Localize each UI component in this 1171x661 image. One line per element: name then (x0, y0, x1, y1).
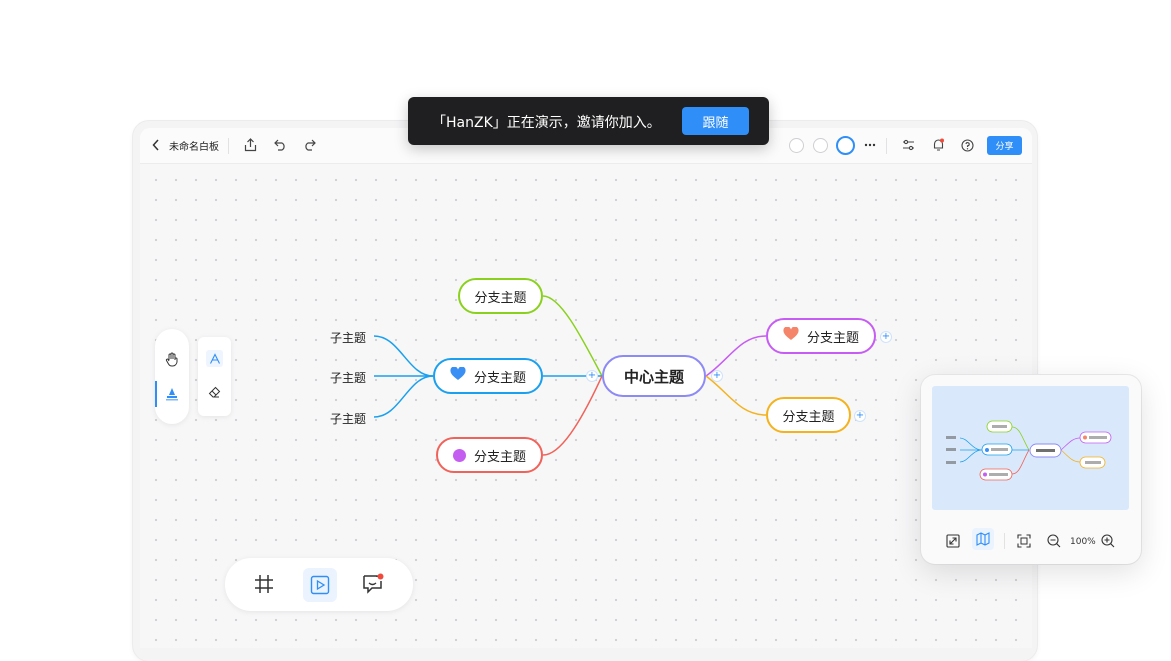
subtopic-3[interactable]: 子主题 (330, 410, 366, 427)
central-topic-label: 中心主题 (623, 367, 684, 386)
central-topic[interactable]: 中心主题 (602, 355, 706, 397)
more-icon[interactable] (863, 137, 877, 153)
bottom-toolbar (225, 558, 413, 611)
fit-screen-icon[interactable] (1016, 533, 1032, 549)
settings-sliders-icon[interactable] (901, 138, 915, 152)
divider (228, 138, 229, 154)
branch-topic-label: 分支主题 (473, 370, 526, 386)
connector-sub-1 (373, 335, 434, 377)
avatar-slot-2[interactable] (813, 138, 828, 153)
add-right-branch-icon[interactable]: + (711, 370, 723, 382)
branch-topic-1[interactable]: 分支主题 (458, 278, 543, 314)
divider (886, 138, 887, 154)
undo-icon[interactable] (273, 138, 287, 152)
presentation-banner: 「HanZK」正在演示，邀请你加入。 跟随 (408, 97, 769, 145)
subtopic-1[interactable]: 子主题 (330, 329, 366, 346)
branch-topic-4[interactable]: 分支主题 (766, 318, 876, 354)
notification-bell-icon[interactable] (931, 137, 945, 153)
zoom-in-icon[interactable] (1100, 533, 1116, 549)
divider (1004, 533, 1005, 549)
avatar-slot-active[interactable] (836, 136, 855, 155)
whiteboard-canvas[interactable]: 中心主题 + + 分支主题 分支主题 分支主题 子主题 子主题 子主题 分支主题 (140, 164, 1032, 648)
branch-topic-3[interactable]: 分支主题 (436, 437, 543, 473)
connector-branch-3 (542, 375, 603, 456)
branch-topic-5[interactable]: 分支主题 (766, 397, 851, 433)
minimap-mindmap (946, 420, 1112, 481)
help-icon[interactable] (960, 137, 975, 153)
connector-sub-3 (373, 375, 434, 418)
heart-icon (783, 326, 799, 345)
share-button[interactable]: 分享 (987, 136, 1022, 155)
minimap-preview[interactable] (932, 386, 1129, 510)
comment-icon[interactable] (361, 572, 385, 596)
follow-button[interactable]: 跟随 (682, 107, 749, 135)
subtopic-2[interactable]: 子主题 (330, 369, 366, 386)
zoom-level: 100% (1070, 537, 1096, 547)
branch-topic-label: 分支主题 (806, 330, 859, 346)
add-subtopic-icon[interactable]: + (854, 410, 866, 422)
avatar-slot-1[interactable] (789, 138, 804, 153)
add-left-branch-icon[interactable]: + (586, 370, 598, 382)
add-subtopic-icon[interactable]: + (880, 331, 892, 343)
redo-icon[interactable] (302, 138, 316, 152)
heart-icon (450, 366, 466, 385)
branch-topic-label: 分支主题 (782, 409, 835, 425)
branch-topic-label: 分支主题 (473, 449, 526, 465)
dot-icon (452, 448, 466, 462)
minimap-toolbar: 100% (921, 519, 1141, 564)
presentation-play-icon[interactable] (303, 568, 337, 602)
back-icon[interactable] (150, 138, 162, 152)
branch-topic-2[interactable]: 分支主题 (433, 358, 543, 394)
banner-message: 「HanZK」正在演示，邀请你加入。 (432, 115, 661, 131)
minimap-panel: 100% (921, 375, 1141, 564)
export-icon[interactable] (243, 137, 257, 153)
frame-tool-icon[interactable] (253, 573, 275, 595)
board-title[interactable]: 未命名白板 (169, 138, 219, 153)
expand-icon[interactable] (945, 533, 961, 549)
whiteboard-window: 未命名白板 分享 中心主题 + + 分支主题 分支主题 分支主题 子主题 子主题… (140, 128, 1032, 648)
branch-topic-label: 分支主题 (474, 290, 527, 306)
zoom-out-icon[interactable] (1046, 533, 1062, 549)
map-icon[interactable] (972, 528, 994, 550)
connector-branch-1 (542, 295, 603, 377)
